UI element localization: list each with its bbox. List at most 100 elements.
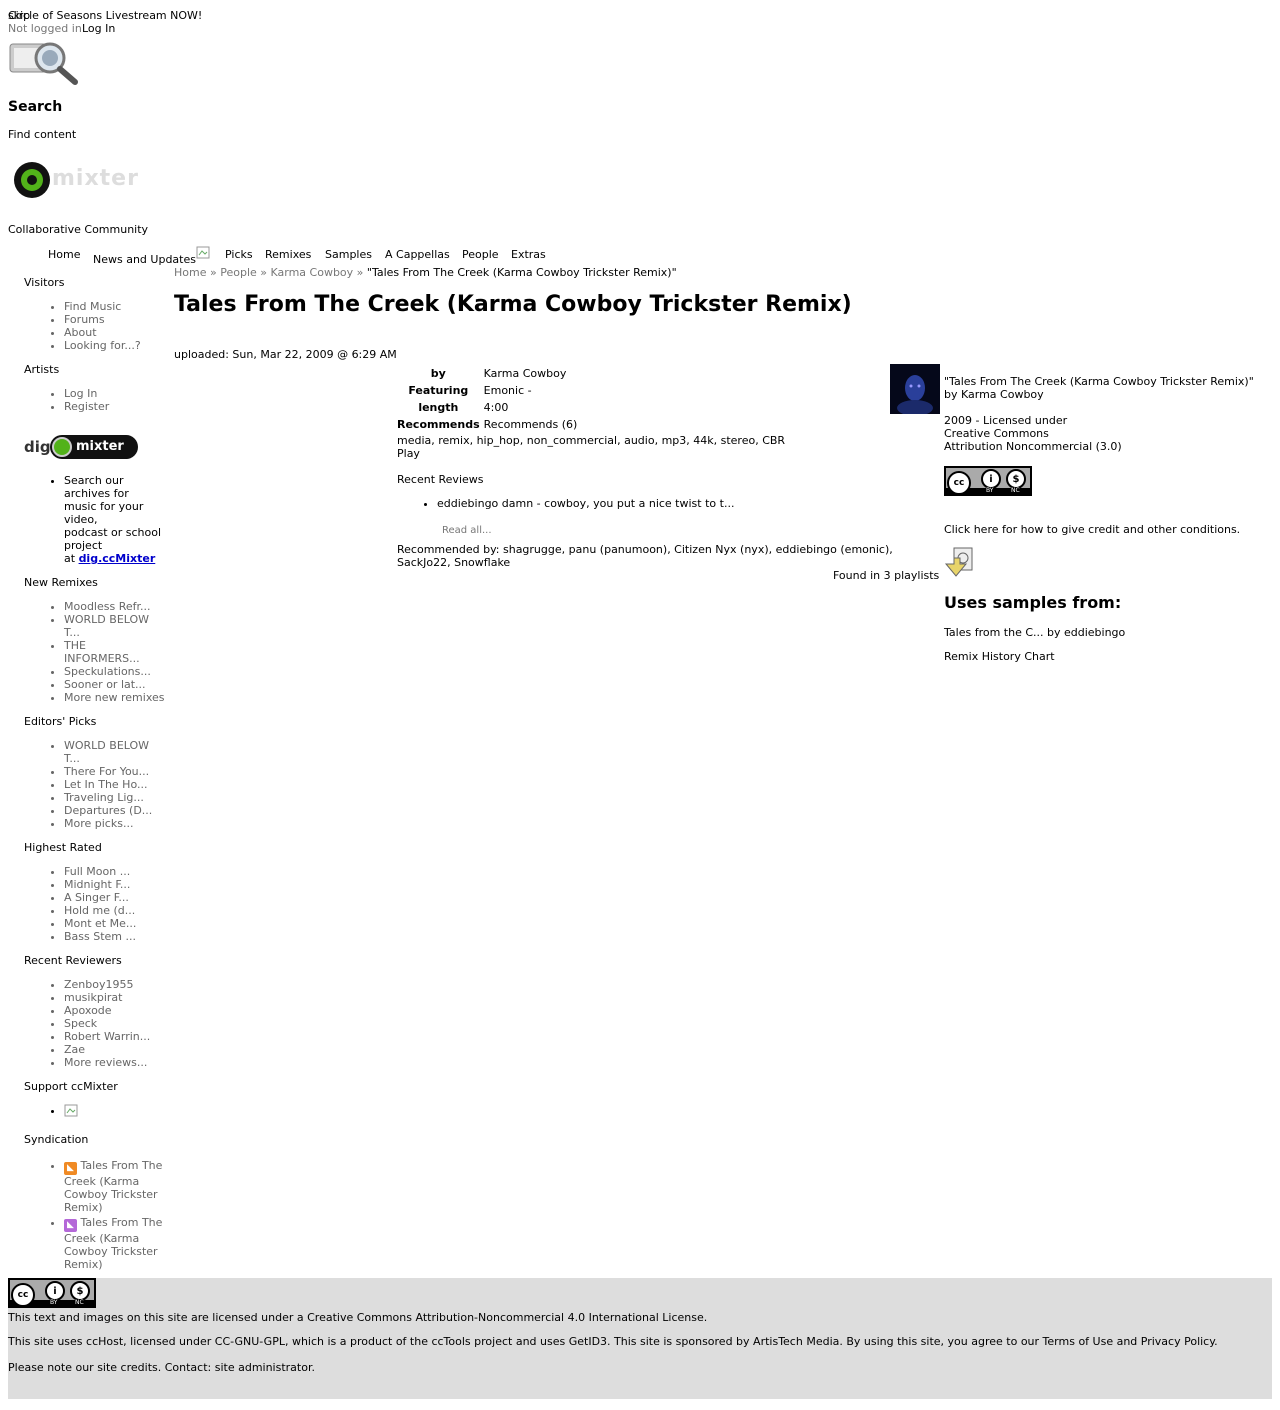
tag-list[interactable]: media, remix, hip_hop, non_commercial, a…	[397, 434, 785, 447]
breadcrumb-artist[interactable]: Karma Cowboy	[271, 266, 354, 279]
remix-history-link[interactable]: Remix History Chart	[944, 650, 1055, 663]
pick-item[interactable]: Let In The Ho...	[64, 778, 154, 791]
search-subtitle[interactable]: Find content	[8, 128, 76, 141]
breadcrumb-current: "Tales From The Creek (Karma Cowboy Tric…	[366, 266, 677, 279]
meta-recommends-label: Recommends	[397, 418, 480, 431]
nav-picks[interactable]: Picks	[225, 248, 253, 261]
breadcrumb-sep: »	[209, 266, 217, 279]
meta-featuring-value[interactable]: Emonic -	[482, 382, 580, 399]
sidebar-item-register[interactable]: Register	[64, 400, 174, 413]
sidebar-item-about[interactable]: About	[64, 326, 174, 339]
dig-ccmixter-logo[interactable]: dig mixter	[24, 435, 140, 461]
remix-item[interactable]: THE INFORMERS...	[64, 639, 154, 665]
review-item[interactable]: eddiebingo damn - cowboy, you put a nice…	[437, 497, 734, 510]
dig-text: video,	[64, 513, 98, 526]
dig-promo: Search our archives for music for your v…	[24, 474, 174, 565]
reviewer-item[interactable]: Speck	[64, 1017, 174, 1030]
search-magnifier-icon[interactable]	[8, 36, 80, 86]
reviewer-item[interactable]: musikpirat	[64, 991, 174, 1004]
recent-reviewers-list: Zenboy1955 musikpirat Apoxode Speck Robe…	[24, 978, 174, 1069]
nav-people[interactable]: People	[462, 248, 499, 261]
pick-item[interactable]: WORLD BELOW T...	[64, 739, 154, 765]
nav-home[interactable]: Home	[48, 248, 80, 261]
support-list	[24, 1104, 174, 1118]
broken-image-icon	[64, 1104, 80, 1118]
highest-rated-list: Full Moon ... Midnight F... A Singer F..…	[24, 865, 174, 943]
reviewer-item[interactable]: Zenboy1955	[64, 978, 174, 991]
sample-source-link[interactable]: Tales from the C... by eddiebingo	[944, 626, 1125, 639]
cc-by-nc-badge[interactable]: cc i $ BY NC	[944, 466, 1032, 496]
playlists-link[interactable]: Found in 3 playlists	[833, 569, 939, 582]
meta-by-label: by	[430, 367, 446, 380]
pick-item[interactable]: Departures (D...	[64, 804, 154, 817]
pick-item[interactable]: Traveling Lig...	[64, 791, 154, 804]
play-link[interactable]: Play	[397, 447, 420, 460]
search-title: Search	[8, 99, 63, 115]
reviewer-item[interactable]: Zae	[64, 1043, 174, 1056]
rated-item[interactable]: Bass Stem ...	[64, 930, 174, 943]
footer: cc i $ BY NC This text and images on thi…	[8, 1278, 1272, 1399]
credit-conditions-link[interactable]: Click here for how to give credit and ot…	[944, 523, 1240, 536]
sidebar-heading-highest-rated: Highest Rated	[24, 841, 102, 854]
meta-featuring-label: Featuring	[408, 384, 469, 397]
rated-item[interactable]: Midnight F...	[64, 878, 174, 891]
license-year-line: 2009 - Licensed under	[944, 414, 1068, 427]
breadcrumb-people[interactable]: People	[220, 266, 257, 279]
footer-cc-badge[interactable]: cc i $ BY NC	[8, 1278, 96, 1308]
sidebar-heading-support: Support ccMixter	[24, 1080, 118, 1093]
broken-image-icon	[196, 246, 212, 260]
ccmixter-wordmark: mixter	[52, 166, 139, 191]
rated-item[interactable]: Full Moon ...	[64, 865, 174, 878]
license-cc-line[interactable]: Creative Commons	[944, 427, 1049, 440]
remix-item[interactable]: WORLD BELOW T...	[64, 613, 154, 639]
remix-item[interactable]: Speckulations...	[64, 665, 154, 678]
nav-news[interactable]: News and Updates	[93, 253, 196, 266]
breadcrumb-home[interactable]: Home	[174, 266, 206, 279]
rss-feed-item[interactable]: ◣ Tales From The Creek (Karma Cowboy Tri…	[64, 1159, 174, 1214]
more-picks-link[interactable]: More picks...	[64, 817, 154, 830]
attribution-icon: i	[45, 1281, 65, 1301]
rated-item[interactable]: Mont et Me...	[64, 917, 174, 930]
sidebar-item-login[interactable]: Log In	[64, 387, 174, 400]
noncommercial-icon: $	[1006, 469, 1026, 489]
more-reviews-link[interactable]: More reviews...	[64, 1056, 174, 1069]
dig-ccmixter-link[interactable]: dig.ccMixter	[79, 552, 156, 565]
support-item[interactable]	[64, 1104, 174, 1118]
nav-extras[interactable]: Extras	[511, 248, 546, 261]
rss-feed-label[interactable]: Tales From The Creek (Karma Cowboy Trick…	[64, 1159, 162, 1214]
license-by-line[interactable]: by Karma Cowboy	[944, 388, 1044, 401]
pick-item[interactable]: There For You...	[64, 765, 154, 778]
badge-nc-label: NC	[75, 1299, 84, 1306]
remix-item[interactable]: Moodless Refr...	[64, 600, 154, 613]
footer-cchost-text: This site uses ccHost, licensed under CC…	[8, 1335, 1218, 1348]
sidebar-item-looking-for[interactable]: Looking for...?	[64, 339, 174, 352]
sidebar-item-forums[interactable]: Forums	[64, 313, 174, 326]
artists-list: Log In Register	[24, 387, 174, 413]
badge-by-label: BY	[986, 487, 994, 494]
samples-heading: Uses samples from:	[944, 593, 1122, 612]
podcast-feed-label[interactable]: Tales From The Creek (Karma Cowboy Trick…	[64, 1216, 162, 1271]
rated-item[interactable]: Hold me (d...	[64, 904, 174, 917]
nav-samples[interactable]: Samples	[325, 248, 372, 261]
ccmixter-logo[interactable]: mixter	[12, 160, 142, 200]
logo-tagline: Collaborative Community	[8, 223, 149, 236]
reviewer-item[interactable]: Apoxode	[64, 1004, 174, 1017]
sidebar-heading-new-remixes: New Remixes	[24, 576, 98, 589]
editors-picks-list: WORLD BELOW T... There For You... Let In…	[24, 739, 154, 830]
license-type-line[interactable]: Attribution Noncommercial (3.0)	[944, 440, 1122, 453]
download-icon[interactable]	[944, 546, 976, 578]
artist-avatar[interactable]	[890, 364, 940, 416]
reviewer-item[interactable]: Robert Warrin...	[64, 1030, 174, 1043]
podcast-feed-item[interactable]: ◣ Tales From The Creek (Karma Cowboy Tri…	[64, 1216, 174, 1271]
rated-item[interactable]: A Singer F...	[64, 891, 174, 904]
meta-recommends-value[interactable]: Recommends (6)	[482, 416, 580, 433]
nav-acappellas[interactable]: A Cappellas	[385, 248, 450, 261]
read-all-link[interactable]: Read all...	[442, 525, 492, 536]
livestream-banner[interactable]: Circle of Seasons Livestream NOW!	[8, 9, 202, 22]
remix-item[interactable]: Sooner or lat...	[64, 678, 154, 691]
login-link[interactable]: Log In	[82, 22, 115, 35]
meta-by-value[interactable]: Karma Cowboy	[482, 365, 580, 382]
nav-remixes[interactable]: Remixes	[265, 248, 311, 261]
sidebar-item-find-music[interactable]: Find Music	[64, 300, 174, 313]
more-remixes-link[interactable]: More new remixes	[64, 691, 165, 704]
